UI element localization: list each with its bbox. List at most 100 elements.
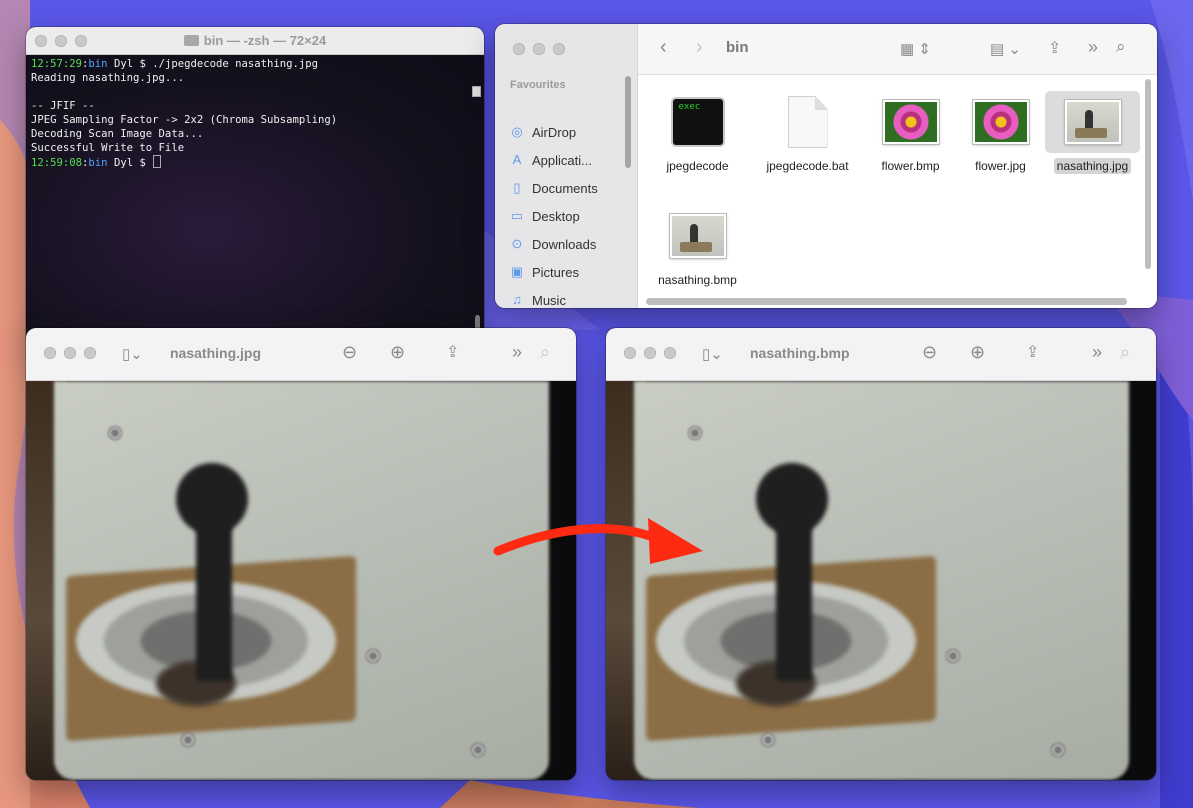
- file-thumbnail: [1045, 91, 1140, 153]
- close-button[interactable]: [513, 43, 525, 55]
- minimize-button[interactable]: [64, 347, 76, 359]
- finder-window[interactable]: Favourites ◎ AirDrop A Applicati... ▯ Documen…: [495, 24, 1157, 308]
- photo-canvas: [606, 381, 1156, 780]
- finder-content[interactable]: exec jpegdecode jpegdecode.bat flower.bmp fl…: [638, 75, 1157, 308]
- vertical-scrollbar[interactable]: [1145, 79, 1151, 269]
- file-item[interactable]: exec jpegdecode: [650, 91, 745, 173]
- search-icon[interactable]: ⌕: [1116, 37, 1126, 57]
- terminal-titlebar[interactable]: bin — -zsh — 72×24: [26, 27, 484, 55]
- preview-titlebar[interactable]: ▯⌄ nasathing.bmp ⊖ ⊕ ⇪ » ⌕: [606, 328, 1156, 381]
- file-item[interactable]: jpegdecode.bat: [760, 91, 855, 173]
- photo-bolt: [946, 649, 960, 663]
- prompt-user: Dyl $: [107, 157, 153, 169]
- terminal-output[interactable]: 12:57:29:bin Dyl $ ./jpegdecode nasathin…: [26, 55, 484, 347]
- search-icon[interactable]: ⌕: [540, 342, 550, 363]
- sidebar-item-music[interactable]: ♫ Music: [510, 290, 566, 308]
- more-icon[interactable]: »: [512, 342, 522, 363]
- horizontal-scrollbar[interactable]: [646, 298, 1127, 305]
- more-icon[interactable]: »: [1092, 342, 1102, 363]
- terminal-line: -- JFIF --: [31, 100, 95, 112]
- terminal-line: Reading nasathing.jpg...: [31, 72, 185, 84]
- share-icon[interactable]: ⇪: [1026, 342, 1039, 362]
- sidebar-item-desktop[interactable]: ▭ Desktop: [510, 206, 580, 226]
- zoom-button[interactable]: [553, 43, 565, 55]
- photo-bolt: [688, 426, 702, 440]
- more-icon[interactable]: »: [1088, 37, 1098, 58]
- sidebar-item-airdrop[interactable]: ◎ AirDrop: [510, 122, 576, 142]
- file-name-wrap: jpegdecode.bat: [760, 159, 855, 173]
- folder-icon: [183, 35, 199, 46]
- file-name-wrap: nasathing.bmp: [650, 273, 745, 287]
- file-thumbnail: [650, 205, 745, 267]
- sidebar-item-pictures[interactable]: ▣ Pictures: [510, 262, 579, 282]
- terminal-line[interactable]: 12:59:08:bin Dyl $: [31, 155, 479, 169]
- minimize-button[interactable]: [644, 347, 656, 359]
- photo-bolt: [366, 649, 380, 663]
- file-thumbnail: exec: [650, 91, 745, 153]
- terminal-line: JPEG Sampling Factor -> 2x2 (Chroma Subs…: [31, 114, 338, 126]
- preview-window-bmp[interactable]: ▯⌄ nasathing.bmp ⊖ ⊕ ⇪ » ⌕: [606, 328, 1156, 780]
- prompt-time: 12:57:29: [31, 58, 83, 70]
- view-grid-icon[interactable]: ▦ ⇕: [900, 40, 931, 58]
- zoom-in-icon[interactable]: ⊕: [970, 342, 985, 363]
- sidebar-item-label: Music: [532, 292, 566, 308]
- file-item[interactable]: flower.jpg: [953, 91, 1048, 173]
- close-button[interactable]: [44, 347, 56, 359]
- group-icon[interactable]: ▤ ⌄: [990, 40, 1021, 58]
- preview-titlebar[interactable]: ▯⌄ nasathing.jpg ⊖ ⊕ ⇪ » ⌕: [26, 328, 576, 381]
- close-button[interactable]: [624, 347, 636, 359]
- photo-knob: [756, 463, 828, 535]
- finder-toolbar: ‹ › bin ▦ ⇕ ▤ ⌄ ⇪ » ⌕: [638, 24, 1157, 75]
- prompt-time: 12:59:08: [31, 157, 83, 169]
- photo-bolt: [1051, 743, 1065, 757]
- flower-image-icon: [972, 100, 1029, 144]
- terminal-window[interactable]: bin — -zsh — 72×24 12:57:29:bin Dyl $ ./…: [26, 27, 484, 347]
- split-pane-icon[interactable]: [472, 86, 481, 97]
- photo-canvas: [26, 381, 576, 780]
- zoom-button[interactable]: [664, 347, 676, 359]
- file-thumbnail: [760, 91, 855, 153]
- back-icon[interactable]: ‹: [660, 36, 667, 59]
- sidebar-toggle-icon[interactable]: ▯⌄: [122, 345, 143, 363]
- share-icon[interactable]: ⇪: [446, 342, 459, 362]
- preview-window-jpg[interactable]: ▯⌄ nasathing.jpg ⊖ ⊕ ⇪ » ⌕: [26, 328, 576, 780]
- zoom-in-icon[interactable]: ⊕: [390, 342, 405, 363]
- search-icon[interactable]: ⌕: [1120, 342, 1130, 363]
- sidebar-toggle-icon[interactable]: ▯⌄: [702, 345, 723, 363]
- forward-icon[interactable]: ›: [696, 36, 703, 59]
- sidebar-item-applicati[interactable]: A Applicati...: [510, 150, 592, 170]
- airdrop-icon: ◎: [511, 124, 523, 139]
- photo-bolt: [761, 733, 775, 747]
- sidebar-item-label: Desktop: [532, 208, 580, 224]
- sidebar-item-label: Downloads: [532, 236, 597, 252]
- photo-knob: [176, 463, 248, 535]
- zoom-button[interactable]: [84, 347, 96, 359]
- window-controls[interactable]: [624, 347, 676, 359]
- nasa-image-icon: [1064, 100, 1121, 144]
- window-controls[interactable]: [513, 43, 565, 55]
- file-item[interactable]: flower.bmp: [863, 91, 958, 173]
- terminal-line: Decoding Scan Image Data...: [31, 128, 204, 140]
- zoom-out-icon[interactable]: ⊖: [342, 342, 357, 363]
- zoom-out-icon[interactable]: ⊖: [922, 342, 937, 363]
- share-icon[interactable]: ⇪: [1048, 38, 1061, 58]
- photo-bolt: [471, 743, 485, 757]
- text-cursor: [153, 155, 162, 168]
- window-controls[interactable]: [44, 347, 96, 359]
- file-thumbnail: [953, 91, 1048, 153]
- prompt-user: Dyl $: [107, 58, 153, 70]
- sidebar-item-documents[interactable]: ▯ Documents: [510, 178, 597, 198]
- file-item[interactable]: nasathing.bmp: [650, 205, 745, 287]
- file-name-wrap: nasathing.jpg: [1045, 158, 1140, 174]
- terminal-title-wrap: bin — -zsh — 72×24: [26, 33, 484, 48]
- sidebar-scrollbar[interactable]: [625, 76, 631, 168]
- desktop-icon: ▭: [510, 208, 524, 223]
- minimize-button[interactable]: [533, 43, 545, 55]
- finder-sidebar: Favourites ◎ AirDrop A Applicati... ▯ Documen…: [495, 24, 638, 308]
- sidebar-item-downloads[interactable]: ⊙ Downloads: [510, 234, 597, 254]
- file-name-wrap: flower.bmp: [863, 159, 958, 173]
- file-item[interactable]: nasathing.jpg: [1045, 91, 1140, 174]
- file-name-wrap: flower.jpg: [953, 159, 1048, 173]
- sidebar-item-label: AirDrop: [532, 124, 577, 140]
